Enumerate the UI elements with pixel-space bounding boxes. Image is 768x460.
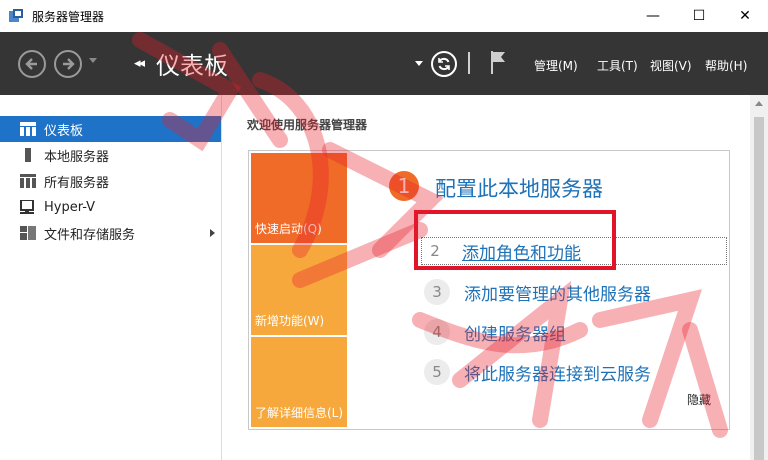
scroll-thumb[interactable] — [754, 117, 764, 460]
minimize-button[interactable]: — — [630, 0, 676, 32]
tile-label: 快速启动(Q) — [255, 222, 322, 236]
sidebar-item-hyper-v[interactable]: Hyper-V — [0, 194, 221, 220]
hyperv-icon — [20, 199, 36, 214]
tile-whats-new[interactable]: 新增功能(W) — [251, 245, 347, 335]
refresh-icon — [438, 57, 450, 71]
toolbar: ◂◂ 仪表板 管理(M) 工具(T) 视图(V) 帮助(H) — [0, 32, 768, 95]
tile-label: 了解详细信息(L) — [255, 406, 344, 420]
annotation-highlight-box — [414, 210, 616, 270]
connect-cloud-services-link[interactable]: 5 将此服务器连接到云服务 — [424, 358, 651, 386]
storage-icon — [20, 226, 36, 240]
tile-label: 新增功能(W) — [255, 314, 325, 328]
sidebar: 仪表板 本地服务器 所有服务器 Hyper-V 文件和存储服务 — [0, 95, 222, 460]
sidebar-item-label: 文件和存储服务 — [44, 227, 136, 243]
server-manager-icon — [8, 8, 24, 24]
notifications-flag-icon[interactable] — [488, 49, 508, 75]
scroll-up-icon[interactable] — [755, 101, 763, 106]
server-icon — [20, 148, 36, 162]
step-label: 将此服务器连接到云服务 — [464, 364, 651, 385]
refresh-button[interactable] — [431, 51, 457, 77]
step-number: 3 — [424, 279, 450, 305]
window-title: 服务器管理器 — [32, 9, 105, 24]
tile-quick-start[interactable]: 快速启动(Q) — [251, 153, 347, 243]
back-arrow-icon — [25, 58, 37, 70]
history-dropdown-icon[interactable] — [89, 58, 97, 63]
title-bar: 服务器管理器 — ☐ ✕ — [0, 0, 768, 32]
forward-arrow-icon — [63, 58, 75, 70]
add-other-servers-link[interactable]: 3 添加要管理的其他服务器 — [424, 278, 651, 306]
sidebar-item-label: 所有服务器 — [44, 175, 110, 191]
sidebar-item-all-servers[interactable]: 所有服务器 — [0, 168, 221, 194]
sidebar-item-label: Hyper-V — [44, 199, 96, 215]
menu-help[interactable]: 帮助(H) — [705, 57, 747, 74]
step-label: 创建服务器组 — [464, 324, 566, 345]
expand-arrow-icon[interactable] — [210, 229, 215, 237]
menu-view[interactable]: 视图(V) — [650, 57, 692, 74]
welcome-heading: 欢迎使用服务器管理器 — [247, 118, 368, 132]
sidebar-item-dashboard[interactable]: 仪表板 — [0, 116, 221, 142]
sidebar-item-local-server[interactable]: 本地服务器 — [0, 142, 221, 168]
toolbar-separator — [468, 52, 470, 74]
servers-icon — [20, 174, 36, 188]
sidebar-item-label: 本地服务器 — [44, 149, 110, 165]
step-number: 5 — [424, 359, 450, 385]
hide-link[interactable]: 隐藏 — [687, 391, 711, 408]
step-label: 添加要管理的其他服务器 — [464, 284, 651, 305]
vertical-scrollbar[interactable] — [750, 95, 768, 460]
quick-start-panel: 快速启动(Q) 新增功能(W) 了解详细信息(L) 1 配置此本地服务器 2 添… — [248, 150, 730, 430]
close-button[interactable]: ✕ — [722, 0, 768, 32]
breadcrumb-arrows-icon: ◂◂ — [134, 56, 145, 71]
refresh-dropdown-icon[interactable] — [415, 61, 423, 66]
window-controls: — ☐ ✕ — [630, 0, 768, 32]
tile-learn-more[interactable]: 了解详细信息(L) — [251, 337, 347, 427]
step-number: 4 — [424, 319, 450, 345]
dashboard-icon — [20, 122, 36, 136]
forward-button[interactable] — [54, 50, 82, 78]
configure-local-server-link[interactable]: 配置此本地服务器 — [435, 173, 603, 203]
breadcrumb-title: 仪表板 — [156, 52, 228, 80]
sidebar-item-file-storage[interactable]: 文件和存储服务 — [0, 220, 221, 246]
menu-manage[interactable]: 管理(M) — [534, 57, 578, 74]
dashboard-main: 欢迎使用服务器管理器 快速启动(Q) 新增功能(W) 了解详细信息(L) 1 配… — [223, 95, 768, 460]
step-badge-1: 1 — [389, 171, 419, 201]
back-button[interactable] — [18, 50, 46, 78]
menu-tools[interactable]: 工具(T) — [597, 57, 638, 74]
create-server-group-link[interactable]: 4 创建服务器组 — [424, 318, 566, 346]
maximize-button[interactable]: ☐ — [676, 0, 722, 32]
sidebar-item-label: 仪表板 — [44, 123, 84, 139]
